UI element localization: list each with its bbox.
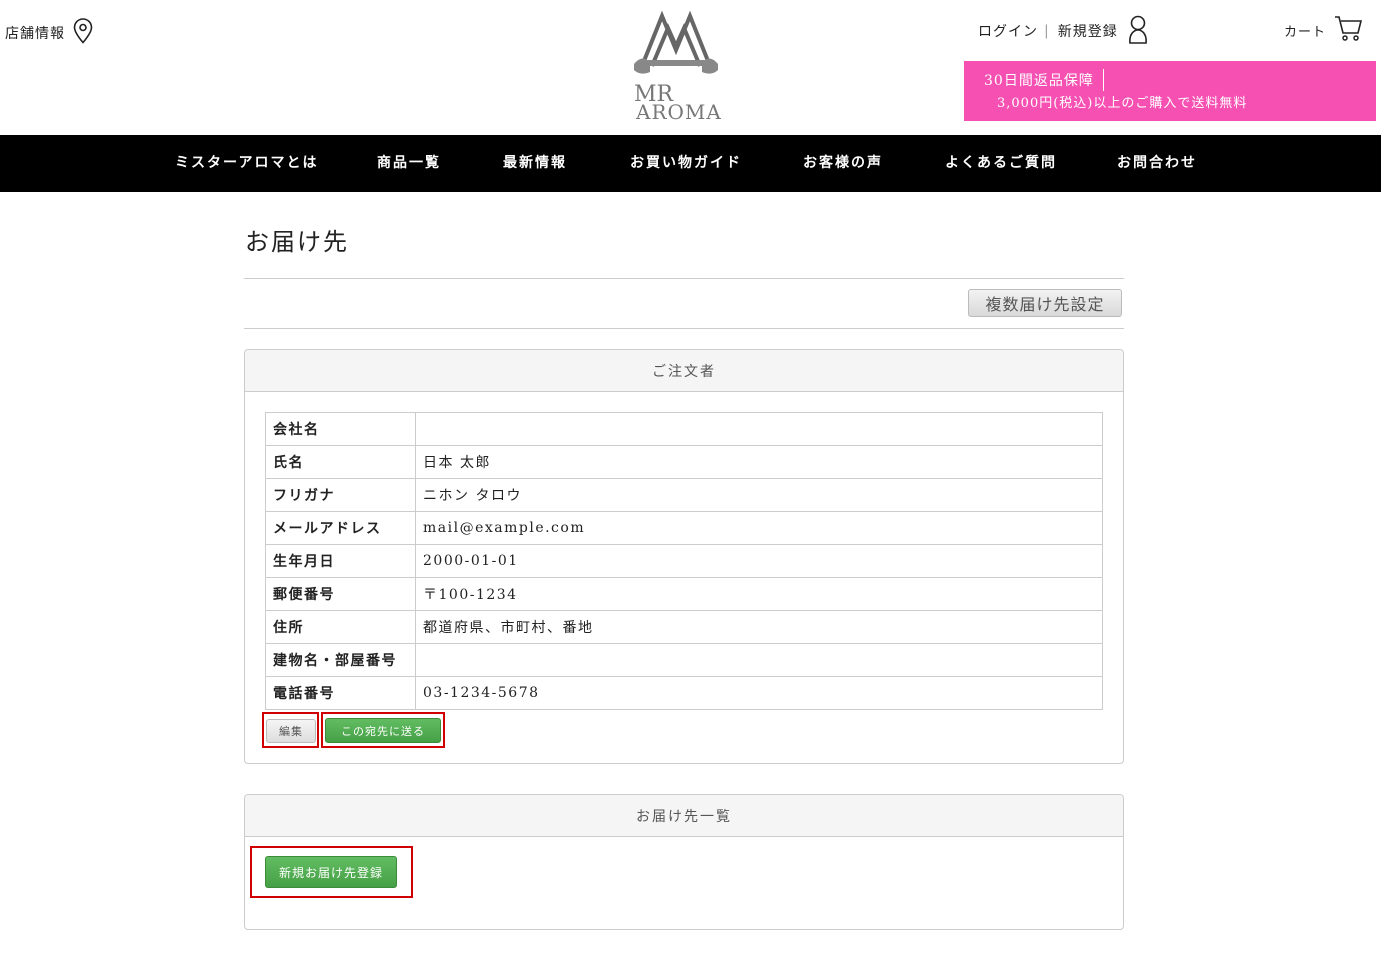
user-icon[interactable] [1126, 14, 1150, 48]
cart-link[interactable]: カート [1284, 14, 1363, 46]
nav-item-shopping-guide[interactable]: お買い物ガイド [630, 152, 742, 172]
field-label: 住所 [265, 610, 416, 644]
site-logo[interactable]: MR AROMA [628, 6, 724, 124]
nav-item-contact[interactable]: お問合わせ [1117, 152, 1197, 172]
field-value [415, 643, 1103, 677]
promo-divider [1103, 69, 1104, 91]
nav-item-about[interactable]: ミスターアロマとは [175, 152, 318, 172]
highlight-box [262, 712, 319, 748]
orderer-panel: ご注文者 会社名 氏名 日本 太郎 フリガナ ニホン タロウ メールアドレス mail@ex… [244, 349, 1124, 764]
orderer-panel-heading: ご注文者 [245, 350, 1123, 392]
auth-links: ログイン | 新規登録 [978, 14, 1150, 48]
divider [244, 278, 1124, 279]
register-link[interactable]: 新規登録 [1058, 21, 1118, 41]
field-label: 生年月日 [265, 544, 416, 578]
multiple-destinations-button[interactable]: 複数届け先設定 [968, 289, 1122, 317]
field-label: 電話番号 [265, 676, 416, 710]
nav-item-faq[interactable]: よくあるご質問 [945, 152, 1057, 172]
store-info-link[interactable]: 店舗情報 [5, 18, 93, 48]
nav-item-products[interactable]: 商品一覧 [377, 152, 441, 172]
orderer-info-table: 会社名 氏名 日本 太郎 フリガナ ニホン タロウ メールアドレス mail@example… [265, 412, 1103, 710]
store-info-label: 店舗情報 [5, 26, 65, 42]
promo-free-shipping: 3,000円(税込)以上のご購入で送料無料 [997, 96, 1248, 111]
cart-icon [1334, 14, 1363, 46]
nav-item-reviews[interactable]: お客様の声 [803, 152, 883, 172]
main-nav: ミスターアロマとは 商品一覧 最新情報 お買い物ガイド お客様の声 よくあるご質… [0, 135, 1381, 192]
field-value: ニホン タロウ [415, 478, 1103, 512]
field-value: 〒100-1234 [415, 577, 1103, 611]
field-value: 日本 太郎 [415, 445, 1103, 479]
field-label: フリガナ [265, 478, 416, 512]
promo-banner[interactable]: 30日間返品保障 3,000円(税込)以上のご購入で送料無料 [964, 61, 1376, 121]
svg-text:AROMA: AROMA [635, 100, 722, 124]
field-label: 建物名・部屋番号 [265, 643, 416, 677]
page-title: お届け先 [245, 228, 349, 256]
field-value: 都道府県、市町村、番地 [415, 610, 1103, 644]
field-label: メールアドレス [265, 511, 416, 545]
divider: | [1044, 23, 1050, 39]
promo-return-guarantee: 30日間返品保障 [984, 73, 1094, 89]
field-value: 03-1234-5678 [415, 676, 1103, 710]
field-label: 氏名 [265, 445, 416, 479]
field-label: 郵便番号 [265, 577, 416, 611]
table-row: 生年月日 2000-01-01 [265, 544, 1103, 578]
login-link[interactable]: ログイン [978, 21, 1038, 41]
table-row: 氏名 日本 太郎 [265, 445, 1103, 479]
table-row: メールアドレス mail@example.com [265, 511, 1103, 545]
address-list-heading: お届け先一覧 [245, 795, 1123, 837]
table-row: 郵便番号 〒100-1234 [265, 577, 1103, 611]
highlight-box [250, 846, 413, 898]
divider [244, 328, 1124, 329]
field-label: 会社名 [265, 412, 416, 446]
field-value: mail@example.com [415, 511, 1103, 545]
table-row: 建物名・部屋番号 [265, 643, 1103, 677]
table-row: フリガナ ニホン タロウ [265, 478, 1103, 512]
table-row: 電話番号 03-1234-5678 [265, 676, 1103, 710]
table-row: 住所 都道府県、市町村、番地 [265, 610, 1103, 644]
field-value: 2000-01-01 [415, 544, 1103, 578]
nav-item-news[interactable]: 最新情報 [503, 152, 567, 172]
map-pin-icon [73, 18, 93, 48]
table-row: 会社名 [265, 412, 1103, 446]
cart-label: カート [1284, 24, 1327, 40]
highlight-box [321, 712, 445, 748]
field-value [415, 412, 1103, 446]
